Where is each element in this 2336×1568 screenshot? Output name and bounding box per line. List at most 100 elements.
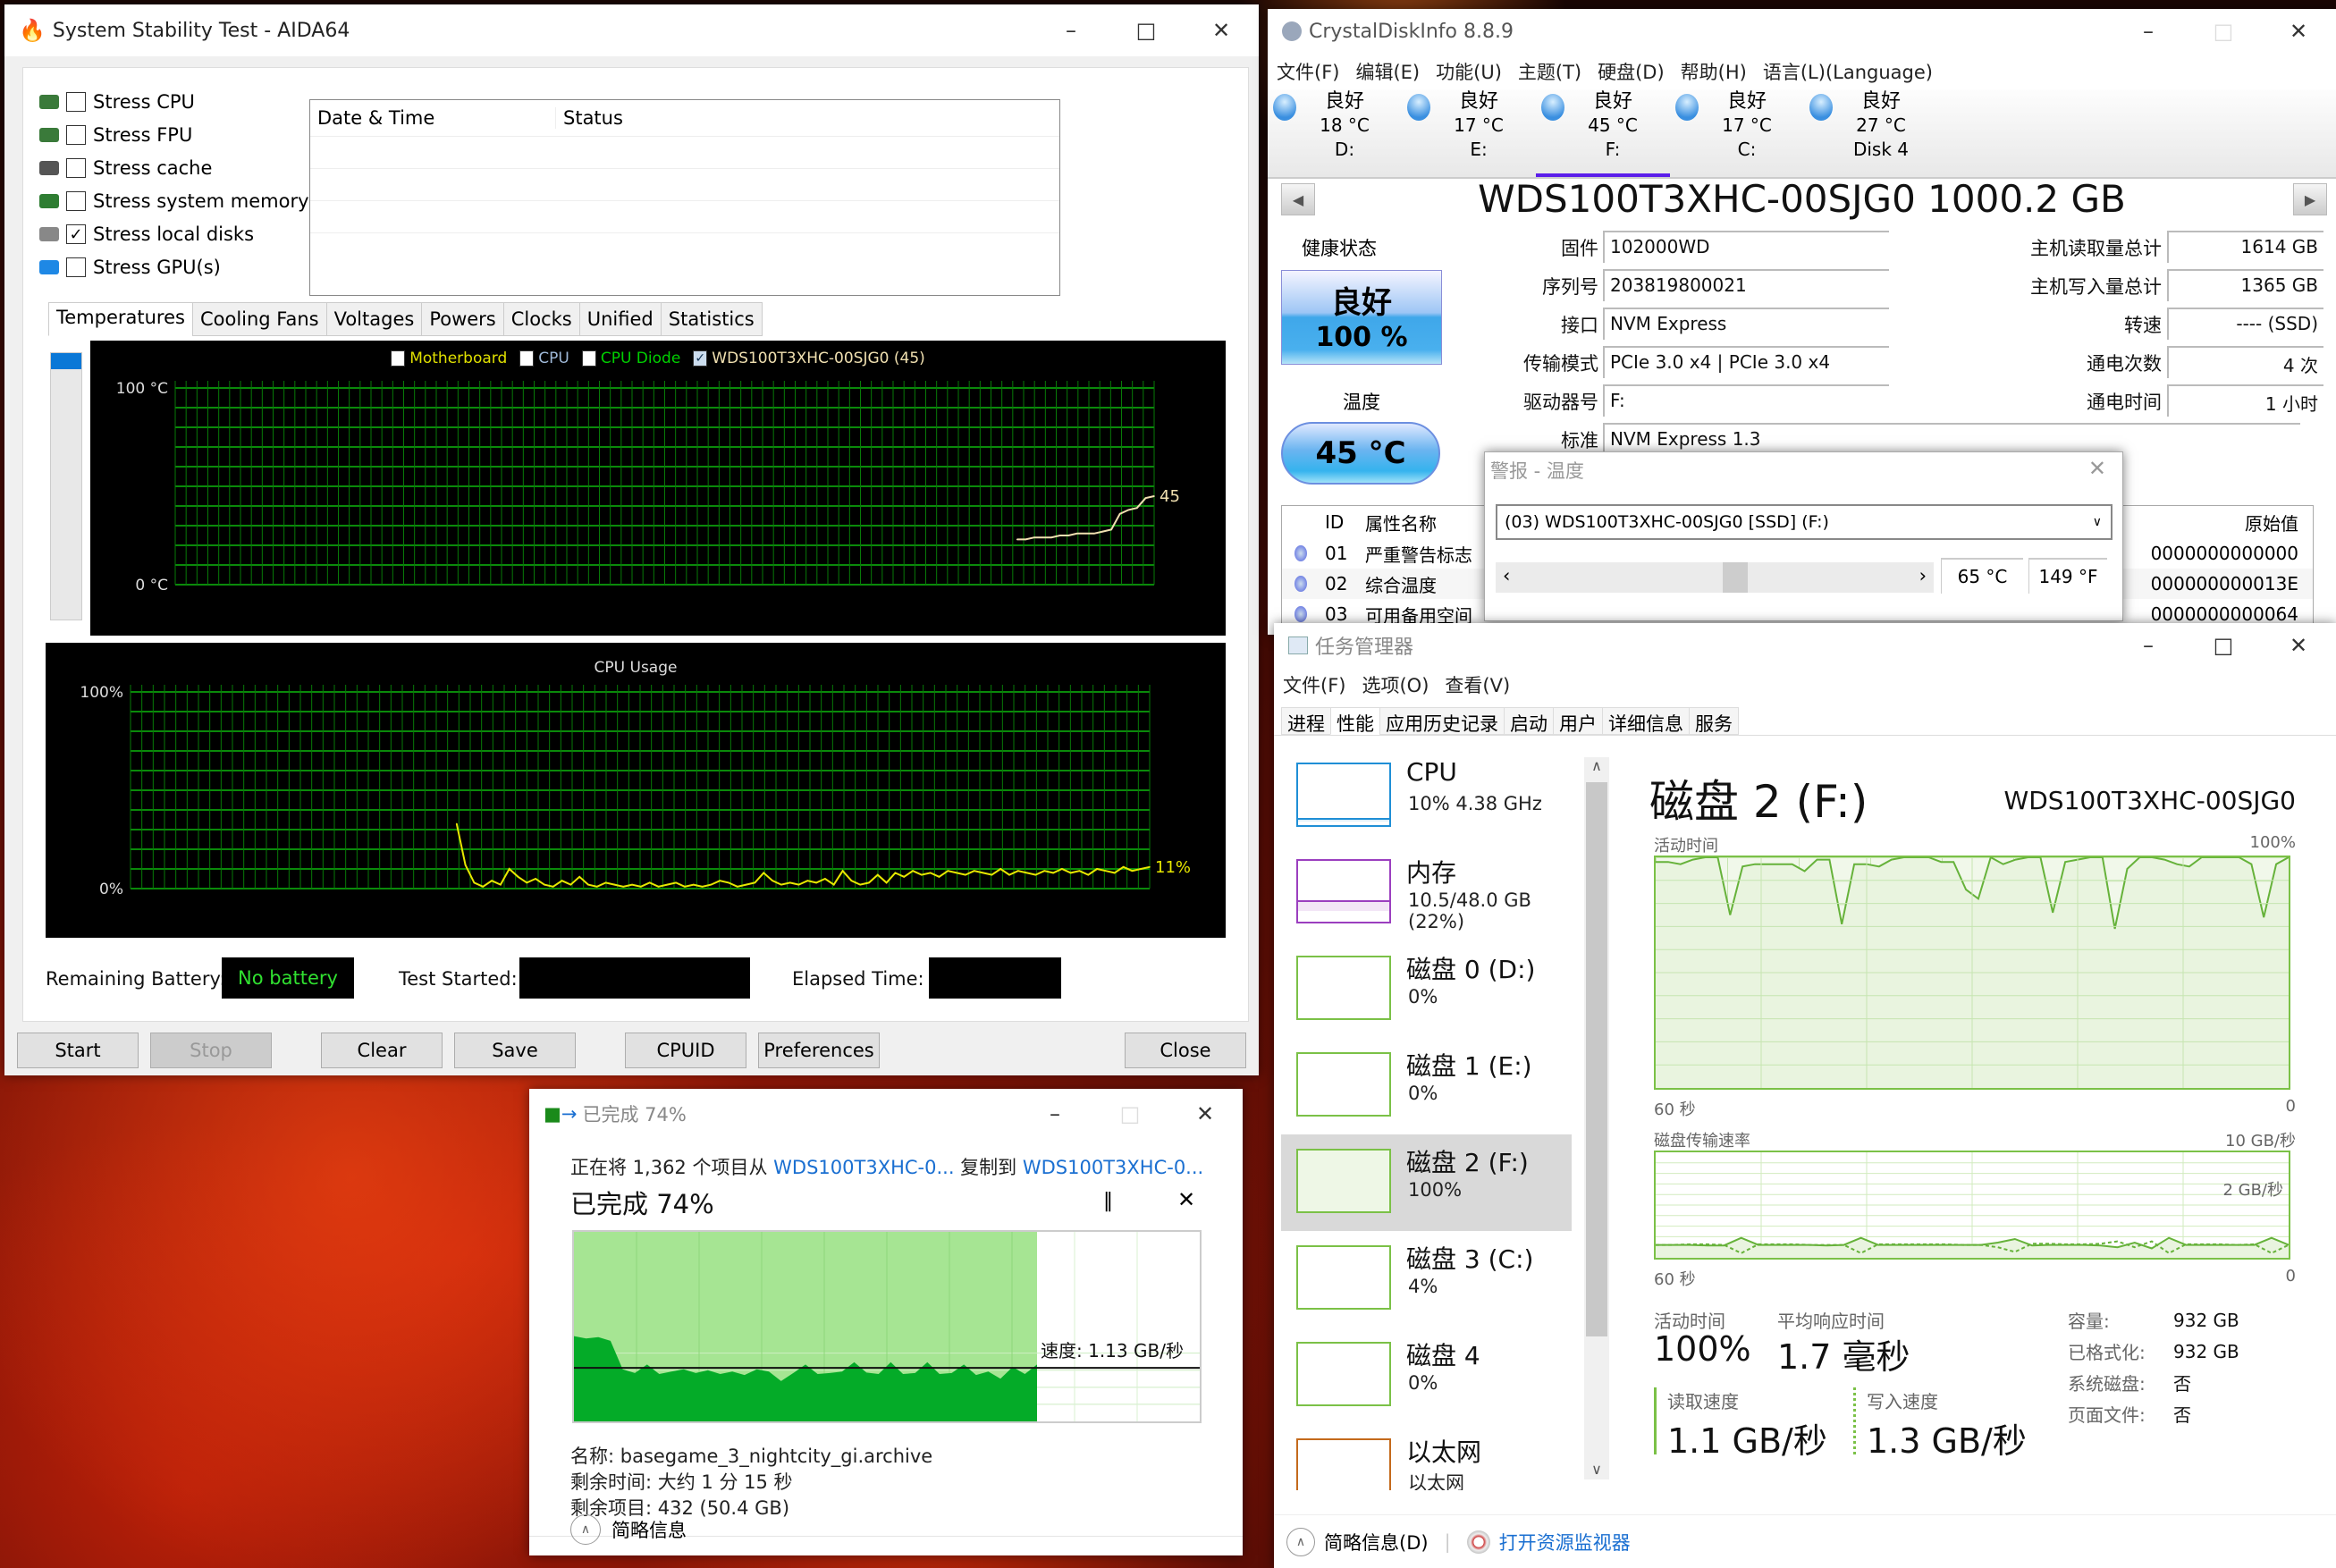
menu-item[interactable]: 查看(V) xyxy=(1445,671,1510,698)
minimize-button[interactable]: – xyxy=(2111,623,2186,668)
property-value: 否 xyxy=(2173,1404,2191,1426)
col-status[interactable]: Status xyxy=(556,107,623,129)
graph-scrollbar[interactable] xyxy=(50,352,82,620)
tab-0[interactable]: 进程 xyxy=(1281,707,1331,735)
destination-link[interactable]: WDS100T3XHC-0... xyxy=(1023,1157,1203,1178)
disk-dropdown[interactable]: (03) WDS100T3XHC-00SJG0 [SSD] (F:) ∨ xyxy=(1496,504,2113,540)
maximize-button[interactable]: □ xyxy=(1109,4,1184,56)
tab-5[interactable]: 详细信息 xyxy=(1602,707,1690,735)
menu-item[interactable]: 功能(U) xyxy=(1436,58,1502,85)
resource-item[interactable]: 磁盘 2 (F:) 100% xyxy=(1281,1134,1572,1231)
checkbox[interactable]: ✓ xyxy=(66,224,86,244)
stress-option[interactable]: Stress GPU(s) xyxy=(39,253,221,282)
disk-tab-disk4[interactable]: 良好 27 °C Disk 4 xyxy=(1804,89,1938,177)
stress-option[interactable]: Stress FPU xyxy=(39,121,192,149)
stress-option[interactable]: Stress system memory xyxy=(39,187,309,215)
disk-tab-f[interactable]: 良好 45 °C F: xyxy=(1536,89,1670,177)
health-status-badge[interactable]: 良好 100 % xyxy=(1281,270,1442,365)
menu-item[interactable]: 编辑(E) xyxy=(1355,58,1420,85)
minimize-button[interactable]: – xyxy=(2111,9,2186,54)
tab-voltages[interactable]: Voltages xyxy=(325,302,423,336)
scroll-down-icon[interactable]: ∨ xyxy=(1584,1461,1609,1478)
stress-option[interactable]: Stress CPU xyxy=(39,88,195,116)
tab-clocks[interactable]: Clocks xyxy=(502,302,580,336)
resource-item[interactable]: 磁盘 4 0% xyxy=(1274,1328,1578,1424)
chevron-right-icon[interactable]: › xyxy=(1919,565,1927,586)
minimize-button[interactable]: – xyxy=(1033,4,1109,56)
menu-item[interactable]: 语言(L)(Language) xyxy=(1763,58,1933,85)
stress-option[interactable]: ✓ Stress local disks xyxy=(39,220,254,249)
tab-4[interactable]: 用户 xyxy=(1553,707,1603,735)
disk-tab-c[interactable]: 良好 17 °C C: xyxy=(1670,89,1804,177)
data-point xyxy=(1127,509,1130,511)
close-icon[interactable]: ✕ xyxy=(1184,4,1259,56)
tab-unified[interactable]: Unified xyxy=(578,302,662,336)
close-icon[interactable]: ✕ xyxy=(2261,9,2336,54)
preferences-button[interactable]: Preferences xyxy=(758,1033,880,1068)
tab-1[interactable]: 性能 xyxy=(1330,707,1380,735)
menu-item[interactable]: 选项(O) xyxy=(1362,671,1429,698)
collapse-icon[interactable]: ∧ xyxy=(1286,1527,1315,1556)
menu-item[interactable]: 帮助(H) xyxy=(1681,58,1747,85)
menu-item[interactable]: 主题(T) xyxy=(1518,58,1581,85)
checkbox[interactable] xyxy=(66,257,86,277)
sidebar-scrollbar[interactable]: ∧ ∨ xyxy=(1584,757,1609,1479)
col-datetime[interactable]: Date & Time xyxy=(310,107,556,129)
disk-tab-e[interactable]: 良好 17 °C E: xyxy=(1402,89,1536,177)
main-panel: Stress CPU Stress FPU Stress cache Stress s… xyxy=(22,67,1249,1022)
close-icon[interactable]: ✕ xyxy=(2261,623,2336,668)
resource-item[interactable]: 内存 10.5/48.0 GB (22%) xyxy=(1274,845,1578,941)
source-link[interactable]: WDS100T3XHC-0... xyxy=(773,1157,954,1178)
disk-tab-d[interactable]: 良好 18 °C D: xyxy=(1268,89,1402,177)
checkbox[interactable] xyxy=(66,191,86,211)
close-icon[interactable]: ✕ xyxy=(2088,456,2106,481)
tab-cooling-fans[interactable]: Cooling Fans xyxy=(191,302,327,336)
checkbox[interactable] xyxy=(66,125,86,145)
close-icon[interactable]: ✕ xyxy=(1168,1089,1243,1139)
minimize-button[interactable]: – xyxy=(1017,1089,1092,1139)
temperature-badge[interactable]: 45 °C xyxy=(1281,422,1440,485)
cpuid-button[interactable]: CPUID xyxy=(625,1033,746,1068)
tab-temperatures[interactable]: Temperatures xyxy=(48,302,193,336)
resource-item[interactable]: 磁盘 1 (E:) 0% xyxy=(1274,1038,1578,1134)
menu-item[interactable]: 硬盘(D) xyxy=(1598,58,1665,85)
tab-powers[interactable]: Powers xyxy=(421,302,504,336)
maximize-button[interactable]: □ xyxy=(2186,623,2261,668)
close-button[interactable]: Close xyxy=(1125,1033,1246,1068)
stop-button[interactable]: Stop xyxy=(150,1033,272,1068)
menu-item[interactable]: 文件(F) xyxy=(1277,58,1339,85)
scroll-up-icon[interactable]: ∧ xyxy=(1584,757,1609,774)
summary-toggle[interactable]: 简略信息(D) xyxy=(1324,1529,1429,1555)
checkbox[interactable] xyxy=(66,158,86,178)
threshold-slider[interactable]: ‹ › xyxy=(1496,562,1934,593)
open-resource-monitor-link[interactable]: 打开资源监视器 xyxy=(1499,1529,1631,1555)
stress-label: Stress cache xyxy=(93,157,213,179)
end-value-label: 11% xyxy=(1155,858,1191,877)
menu-item[interactable]: 文件(F) xyxy=(1283,671,1345,698)
pause-button[interactable]: ‖ xyxy=(1103,1190,1113,1212)
resource-item[interactable]: 磁盘 0 (D:) 0% xyxy=(1274,941,1578,1038)
col-raw[interactable]: 原始值 xyxy=(2134,510,2313,535)
resource-item[interactable]: 磁盘 3 (C:) 4% xyxy=(1274,1231,1578,1328)
col-id[interactable]: ID xyxy=(1325,511,1365,533)
maximize-button[interactable]: □ xyxy=(1092,1089,1168,1139)
resource-item[interactable]: 以太网 以太网 xyxy=(1274,1424,1578,1490)
save-button[interactable]: Save xyxy=(454,1033,576,1068)
clear-button[interactable]: Clear xyxy=(321,1033,443,1068)
next-disk-button[interactable]: ▶ xyxy=(2293,183,2327,215)
chevron-left-icon[interactable]: ‹ xyxy=(1503,565,1510,586)
maximize-button[interactable]: □ xyxy=(2186,9,2261,54)
tab-statistics[interactable]: Statistics xyxy=(660,302,763,336)
checkbox[interactable] xyxy=(66,92,86,112)
collapse-icon[interactable]: ∧ xyxy=(570,1514,601,1545)
cancel-copy-button[interactable]: ✕ xyxy=(1177,1187,1195,1212)
start-button[interactable]: Start xyxy=(17,1033,139,1068)
tab-6[interactable]: 服务 xyxy=(1689,707,1739,735)
stress-option[interactable]: Stress cache xyxy=(39,154,212,182)
summary-toggle[interactable]: 简略信息 xyxy=(611,1516,687,1543)
tab-2[interactable]: 应用历史记录 xyxy=(1379,707,1505,735)
read-speed-value: 1.1 GB/秒 xyxy=(1667,1421,1827,1461)
resource-item[interactable]: CPU 10% 4.38 GHz xyxy=(1274,748,1578,845)
tab-3[interactable]: 启动 xyxy=(1504,707,1554,735)
slider-thumb[interactable] xyxy=(1723,562,1749,593)
